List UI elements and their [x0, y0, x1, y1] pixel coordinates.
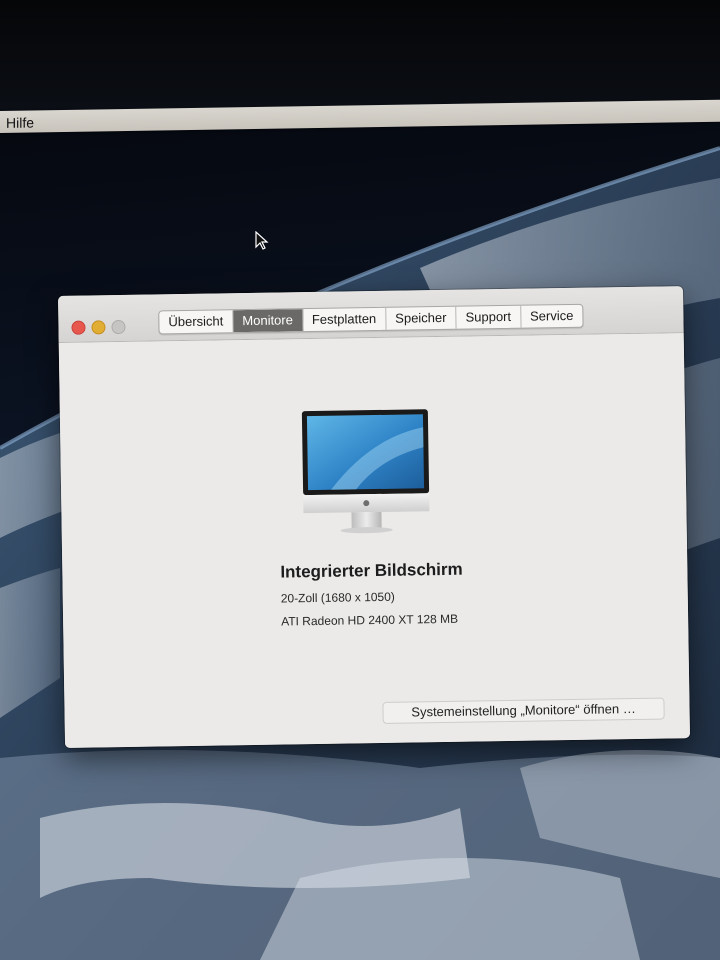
monitor-bezel — [0, 0, 720, 108]
zoom-window-button[interactable] — [111, 319, 126, 335]
imac-display-icon — [301, 409, 430, 534]
tab-bar: Übersicht Monitore Festplatten Speicher … — [158, 303, 584, 335]
tab-service[interactable]: Service — [521, 305, 583, 328]
display-size-resolution: 20-Zoll (1680 x 1050) — [280, 589, 395, 606]
close-window-button[interactable] — [71, 320, 86, 335]
menu-item-help[interactable]: Hilfe — [6, 114, 34, 130]
display-name: Integrierter Bildschirm — [280, 559, 463, 582]
tab-support[interactable]: Support — [456, 305, 522, 329]
about-this-mac-window: Übersicht Monitore Festplatten Speicher … — [58, 286, 691, 748]
displays-panel: Integrierter Bildschirm 20-Zoll (1680 x … — [58, 333, 691, 748]
minimize-window-button[interactable] — [91, 320, 106, 335]
tab-displays[interactable]: Monitore — [233, 309, 304, 333]
open-display-preferences-button[interactable]: Systemeinstellung „Monitore“ öffnen … — [382, 697, 665, 724]
tab-storage[interactable]: Festplatten — [302, 307, 387, 332]
tab-memory[interactable]: Speicher — [386, 306, 457, 330]
mouse-cursor-icon — [255, 231, 269, 250]
tab-overview[interactable]: Übersicht — [159, 310, 234, 334]
graphics-card: ATI Radeon HD 2400 XT 128 MB — [281, 611, 459, 629]
